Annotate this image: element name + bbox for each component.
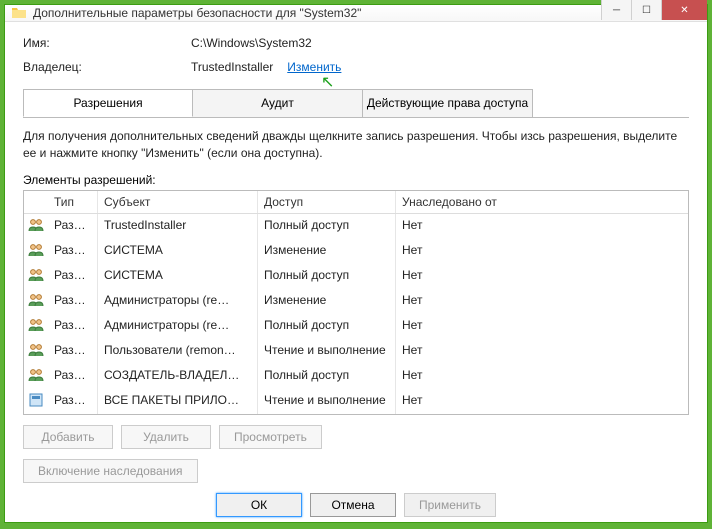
apply-button[interactable]: Применить: [404, 493, 496, 517]
row-type: Разр…: [48, 389, 98, 414]
row-subject: Администраторы (re…: [98, 289, 258, 314]
row-inherited: Нет: [396, 314, 688, 339]
row-type: Разр…: [48, 339, 98, 364]
name-label: Имя:: [23, 36, 191, 50]
col-subject[interactable]: Субъект: [98, 191, 258, 213]
remove-button[interactable]: Удалить: [121, 425, 211, 449]
row-access: Чтение и выполнение: [258, 389, 396, 414]
grid-body: Разр…TrustedInstallerПолный доступНетРаз…: [24, 214, 688, 414]
folder-icon: [11, 5, 27, 21]
tab-strip: Разрешения Аудит Действующие права досту…: [23, 89, 689, 118]
row-inherited: Нет: [396, 389, 688, 414]
view-button[interactable]: Просмотреть: [219, 425, 322, 449]
row-icon-cell: [24, 389, 48, 414]
col-icon[interactable]: [24, 191, 48, 213]
row-icon-cell: [24, 239, 48, 264]
change-owner-link[interactable]: Изменить: [287, 60, 341, 74]
col-access[interactable]: Доступ: [258, 191, 396, 213]
cancel-button[interactable]: Отмена: [310, 493, 396, 517]
table-row[interactable]: Разр…Пользователи (remon…Чтение и выполн…: [24, 339, 688, 364]
users-icon: [28, 242, 44, 258]
dialog-buttons: ОК Отмена Применить: [23, 483, 689, 519]
row-type: Разр…: [48, 239, 98, 264]
row-inherited: Нет: [396, 239, 688, 264]
row-icon-cell: [24, 364, 48, 389]
name-value: C:\Windows\System32: [191, 36, 312, 50]
row-icon-cell: [24, 264, 48, 289]
row-type: Разр…: [48, 264, 98, 289]
table-row[interactable]: Разр…ВСЕ ПАКЕТЫ ПРИЛО…Чтение и выполнени…: [24, 389, 688, 414]
row-inherited: Нет: [396, 214, 688, 239]
inherit-row: Включение наследования: [23, 459, 689, 483]
description-text: Для получения дополнительных сведений дв…: [23, 128, 689, 163]
window-controls: ─ ☐ ✕: [601, 0, 707, 20]
tab-body: Для получения дополнительных сведений дв…: [23, 117, 689, 519]
window-title: Дополнительные параметры безопасности дл…: [33, 6, 601, 20]
row-icon-cell: [24, 339, 48, 364]
row-access: Полный доступ: [258, 264, 396, 289]
row-subject: Пользователи (remon…: [98, 339, 258, 364]
col-inherited[interactable]: Унаследовано от: [396, 191, 688, 213]
tab-audit[interactable]: Аудит: [193, 89, 363, 117]
row-type: Разр…: [48, 214, 98, 239]
permissions-grid: Тип Субъект Доступ Унаследовано от Разр……: [23, 190, 689, 415]
security-dialog: Дополнительные параметры безопасности дл…: [4, 4, 708, 523]
name-row: Имя: C:\Windows\System32: [23, 36, 689, 50]
row-type: Разр…: [48, 289, 98, 314]
owner-label: Владелец:: [23, 60, 191, 74]
users-icon: [28, 317, 44, 333]
row-subject: СИСТЕМА: [98, 264, 258, 289]
package-icon: [28, 392, 44, 408]
ok-button[interactable]: ОК: [216, 493, 302, 517]
row-subject: СИСТЕМА: [98, 239, 258, 264]
owner-row: Владелец: TrustedInstaller Изменить ↖: [23, 60, 689, 74]
users-icon: [28, 267, 44, 283]
row-icon-cell: [24, 314, 48, 339]
minimize-button[interactable]: ─: [601, 0, 631, 20]
row-access: Изменение: [258, 239, 396, 264]
table-row[interactable]: Разр…Администраторы (re…Полный доступНет: [24, 314, 688, 339]
maximize-button[interactable]: ☐: [631, 0, 661, 20]
users-icon: [28, 342, 44, 358]
dialog-content: Имя: C:\Windows\System32 Владелец: Trust…: [5, 22, 707, 529]
row-access: Полный доступ: [258, 314, 396, 339]
users-icon: [28, 217, 44, 233]
table-row[interactable]: Разр…СИСТЕМАПолный доступНет: [24, 264, 688, 289]
owner-value: TrustedInstaller: [191, 60, 273, 74]
tab-permissions[interactable]: Разрешения: [23, 89, 193, 117]
list-label: Элементы разрешений:: [23, 173, 689, 187]
row-icon-cell: [24, 289, 48, 314]
users-icon: [28, 292, 44, 308]
tab-effective[interactable]: Действующие права доступа: [363, 89, 533, 117]
row-access: Чтение и выполнение: [258, 339, 396, 364]
table-row[interactable]: Разр…Администраторы (re…ИзменениеНет: [24, 289, 688, 314]
row-access: Изменение: [258, 289, 396, 314]
users-icon: [28, 367, 44, 383]
row-subject: ВСЕ ПАКЕТЫ ПРИЛО…: [98, 389, 258, 414]
row-subject: Администраторы (re…: [98, 314, 258, 339]
row-type: Разр…: [48, 364, 98, 389]
col-type[interactable]: Тип: [48, 191, 98, 213]
row-type: Разр…: [48, 314, 98, 339]
table-row[interactable]: Разр…TrustedInstallerПолный доступНет: [24, 214, 688, 239]
row-icon-cell: [24, 214, 48, 239]
enable-inheritance-button[interactable]: Включение наследования: [23, 459, 198, 483]
row-access: Полный доступ: [258, 364, 396, 389]
row-subject: TrustedInstaller: [98, 214, 258, 239]
grid-header: Тип Субъект Доступ Унаследовано от: [24, 191, 688, 214]
row-inherited: Нет: [396, 264, 688, 289]
row-access: Полный доступ: [258, 214, 396, 239]
row-inherited: Нет: [396, 339, 688, 364]
close-button[interactable]: ✕: [661, 0, 707, 20]
table-row[interactable]: Разр…СИСТЕМАИзменениеНет: [24, 239, 688, 264]
row-actions: Добавить Удалить Просмотреть: [23, 425, 689, 449]
titlebar: Дополнительные параметры безопасности дл…: [5, 5, 707, 22]
row-inherited: Нет: [396, 289, 688, 314]
add-button[interactable]: Добавить: [23, 425, 113, 449]
row-inherited: Нет: [396, 364, 688, 389]
table-row[interactable]: Разр…СОЗДАТЕЛЬ-ВЛАДЕЛ…Полный доступНет: [24, 364, 688, 389]
row-subject: СОЗДАТЕЛЬ-ВЛАДЕЛ…: [98, 364, 258, 389]
